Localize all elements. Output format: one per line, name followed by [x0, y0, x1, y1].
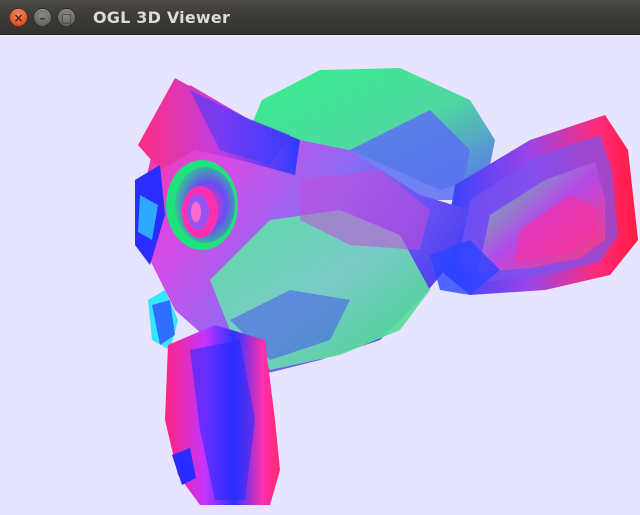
- window-controls: × – □: [9, 8, 76, 28]
- minimize-icon: –: [39, 10, 46, 25]
- title-bar[interactable]: × – □ OGL 3D Viewer: [0, 0, 640, 35]
- maximize-button[interactable]: □: [57, 8, 76, 27]
- maximize-icon: □: [60, 10, 73, 25]
- close-icon: ×: [13, 10, 24, 25]
- app-window: × – □ OGL 3D Viewer: [0, 0, 640, 515]
- opengl-viewport[interactable]: [0, 35, 640, 515]
- monkey-model: [135, 68, 638, 505]
- minimize-button[interactable]: –: [33, 8, 52, 27]
- window-title: OGL 3D Viewer: [93, 8, 231, 27]
- close-button[interactable]: ×: [9, 8, 28, 27]
